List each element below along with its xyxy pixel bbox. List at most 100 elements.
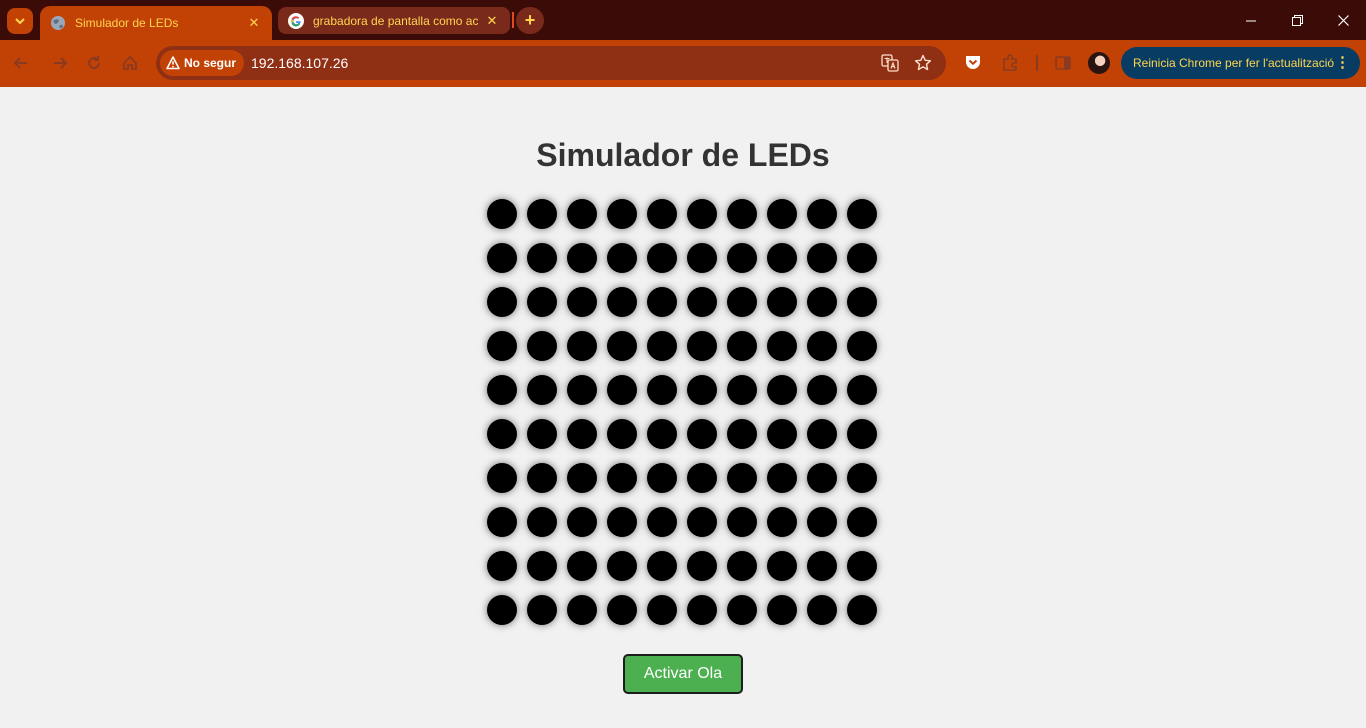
led [487,199,517,229]
led [767,375,797,405]
side-panel-icon[interactable] [1052,52,1074,74]
led [767,419,797,449]
led [687,551,717,581]
led [847,419,877,449]
led [607,375,637,405]
led [567,551,597,581]
led [727,331,757,361]
led [487,375,517,405]
led [807,463,837,493]
minimize-button[interactable] [1228,0,1274,40]
led [807,287,837,317]
led [727,507,757,537]
arrow-right-icon [54,57,68,69]
pocket-extension-icon[interactable] [962,52,984,74]
close-tab-icon[interactable]: ✕ [246,15,262,31]
led [807,243,837,273]
led [727,419,757,449]
close-window-button[interactable] [1320,0,1366,40]
menu-kebab-icon[interactable]: ⋮ [1335,55,1350,71]
led [727,375,757,405]
chevron-down-icon [15,18,25,25]
tab-grabadora[interactable]: grabadora de pantalla como ac ✕ [278,7,510,34]
led [687,595,717,625]
tab-simulador[interactable]: Simulador de LEDs ✕ [40,6,272,40]
page-title: Simulador de LEDs [536,137,830,173]
led [567,463,597,493]
led [847,287,877,317]
led [567,199,597,229]
reload-button[interactable] [82,51,106,75]
led [807,551,837,581]
led-grid [487,199,879,625]
led [647,199,677,229]
address-bar[interactable]: No segur 192.168.107.26 [156,46,946,80]
led [727,551,757,581]
led [767,243,797,273]
led [527,287,557,317]
extensions-puzzle-icon[interactable] [999,52,1021,74]
led [567,419,597,449]
back-button[interactable] [9,51,33,75]
led [727,463,757,493]
led [767,507,797,537]
led [487,507,517,537]
led [647,419,677,449]
home-button[interactable] [118,51,142,75]
led [647,243,677,273]
led [767,463,797,493]
led [727,199,757,229]
forward-button[interactable] [48,51,72,75]
warning-icon [166,56,180,70]
update-label: Reinicia Chrome per fer l'actualització [1133,56,1335,70]
led [687,507,717,537]
new-tab-button[interactable]: + [516,7,544,34]
update-chrome-button[interactable]: Reinicia Chrome per fer l'actualització … [1121,47,1360,79]
led [647,287,677,317]
security-label: No segur [184,56,237,70]
globe-icon [50,15,66,31]
tab-title: Simulador de LEDs [75,16,179,30]
led [847,507,877,537]
led [607,419,637,449]
led [647,375,677,405]
tab-strip: Simulador de LEDs ✕ grabadora de pantall… [0,0,1366,40]
led [687,287,717,317]
close-tab-icon[interactable]: ✕ [484,13,500,29]
site-security-chip[interactable]: No segur [160,50,245,76]
led [847,199,877,229]
led [607,199,637,229]
translate-icon[interactable] [880,53,900,73]
led [527,551,557,581]
led [767,331,797,361]
led [847,243,877,273]
led [847,595,877,625]
tab-search-button[interactable] [7,8,33,34]
led [487,331,517,361]
led [567,595,597,625]
led [727,243,757,273]
reload-icon [88,56,101,70]
led [527,331,557,361]
led [847,331,877,361]
led [607,507,637,537]
restore-button[interactable] [1274,0,1320,40]
led [727,287,757,317]
toolbar-divider [1036,55,1038,71]
activate-wave-button[interactable]: Activar Ola [623,654,743,694]
url-text[interactable]: 192.168.107.26 [251,55,348,71]
led [687,331,717,361]
led [607,595,637,625]
led [527,595,557,625]
profile-avatar[interactable] [1088,52,1110,74]
led [567,287,597,317]
page-content: Simulador de LEDs Activar Ola [0,87,1366,728]
led [567,243,597,273]
led [807,595,837,625]
led [807,375,837,405]
restore-icon [1291,14,1303,26]
led [607,287,637,317]
led [487,419,517,449]
bookmark-star-icon[interactable] [913,53,933,73]
browser-toolbar: No segur 192.168.107.26 Reinicia Chrome … [0,40,1366,87]
